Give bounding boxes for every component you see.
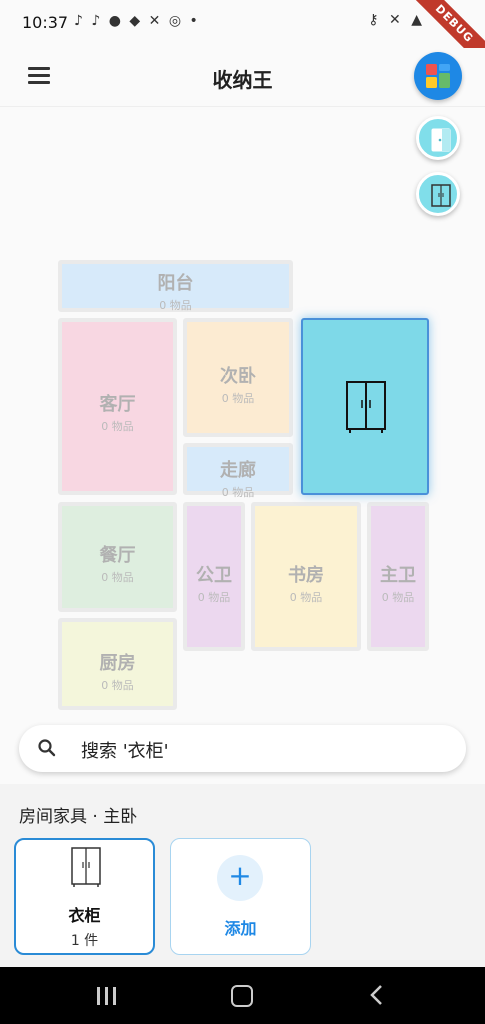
status-time: 10:37 (22, 13, 69, 32)
page-title: 收纳王 (212, 68, 273, 92)
add-label: 添加 (224, 919, 257, 938)
room-balcony[interactable]: 阳台 0 物品 (58, 260, 293, 312)
wardrobe-icon (431, 184, 451, 207)
room-item-count: 0 物品 (101, 420, 134, 433)
add-icon: + (217, 855, 263, 901)
room-name: 次卧 (220, 366, 256, 387)
add-furniture-card[interactable]: + 添加 (170, 838, 311, 955)
room-master-bedroom[interactable] (301, 318, 429, 495)
system-status-icons: ⚷ ✕ ▲ (368, 12, 425, 28)
room-living[interactable]: 客厅 0 物品 (58, 318, 177, 495)
system-nav-bar (0, 967, 485, 1024)
furniture-count: 1 件 (70, 933, 99, 949)
room-name: 走廊 (220, 460, 256, 481)
room-dining[interactable]: 餐厅 0 物品 (58, 502, 177, 612)
room-item-count: 0 物品 (101, 571, 134, 584)
room-name: 主卫 (380, 565, 416, 586)
room-name: 客厅 (99, 394, 136, 415)
app-bar: 收纳王 (0, 48, 485, 107)
room-item-count: 0 物品 (101, 679, 134, 692)
panel-title: 房间家具 · 主卧 (19, 807, 138, 827)
room-item-count: 0 物品 (221, 392, 255, 405)
wardrobe-icon (71, 847, 101, 887)
furniture-card-wardrobe[interactable]: 衣柜 1 件 (14, 838, 155, 955)
room-second-bedroom[interactable]: 次卧 0 物品 (183, 318, 293, 437)
room-name: 厨房 (99, 653, 136, 674)
room-study[interactable]: 书房 0 物品 (251, 502, 361, 651)
notification-icons: ♪ ♪ ● ◆ ✕ ◎ • (74, 13, 200, 29)
room-item-count: 0 物品 (159, 299, 192, 312)
room-name: 阳台 (157, 273, 194, 294)
furniture-panel: 房间家具 · 主卧 衣柜 1 件 + 添加 (0, 784, 485, 967)
room-item-count: 0 物品 (381, 591, 415, 604)
search-bar[interactable]: 搜索 '衣柜' (19, 725, 466, 772)
room-kitchen[interactable]: 厨房 0 物品 (58, 618, 177, 710)
room-public-bathroom[interactable]: 公卫 0 物品 (183, 502, 245, 651)
wardrobe-icon (346, 381, 386, 433)
recents-button[interactable] (97, 987, 117, 1005)
floor-plan-fab[interactable] (414, 52, 462, 100)
room-hallway[interactable]: 走廊 0 物品 (183, 443, 293, 499)
status-bar: 10:37 ♪ ♪ ● ◆ ✕ ◎ • ⚷ ✕ ▲ DEBUG (0, 0, 485, 78)
room-item-count: 0 物品 (289, 591, 323, 604)
room-name: 公卫 (196, 565, 232, 586)
back-icon[interactable] (369, 983, 385, 1007)
furniture-name: 衣柜 (68, 906, 101, 925)
search-query: 搜索 '衣柜' (81, 741, 169, 762)
room-item-count: 0 物品 (221, 486, 255, 499)
search-icon (38, 739, 56, 757)
room-name: 书房 (288, 565, 324, 586)
add-furniture-button[interactable] (416, 172, 460, 216)
home-button[interactable] (231, 985, 253, 1007)
door-icon (431, 128, 451, 152)
room-master-bathroom[interactable]: 主卫 0 物品 (367, 502, 429, 651)
room-name: 餐厅 (99, 545, 136, 566)
room-item-count: 0 物品 (197, 591, 231, 604)
add-door-button[interactable] (416, 116, 460, 160)
dashboard-icon (426, 64, 450, 88)
